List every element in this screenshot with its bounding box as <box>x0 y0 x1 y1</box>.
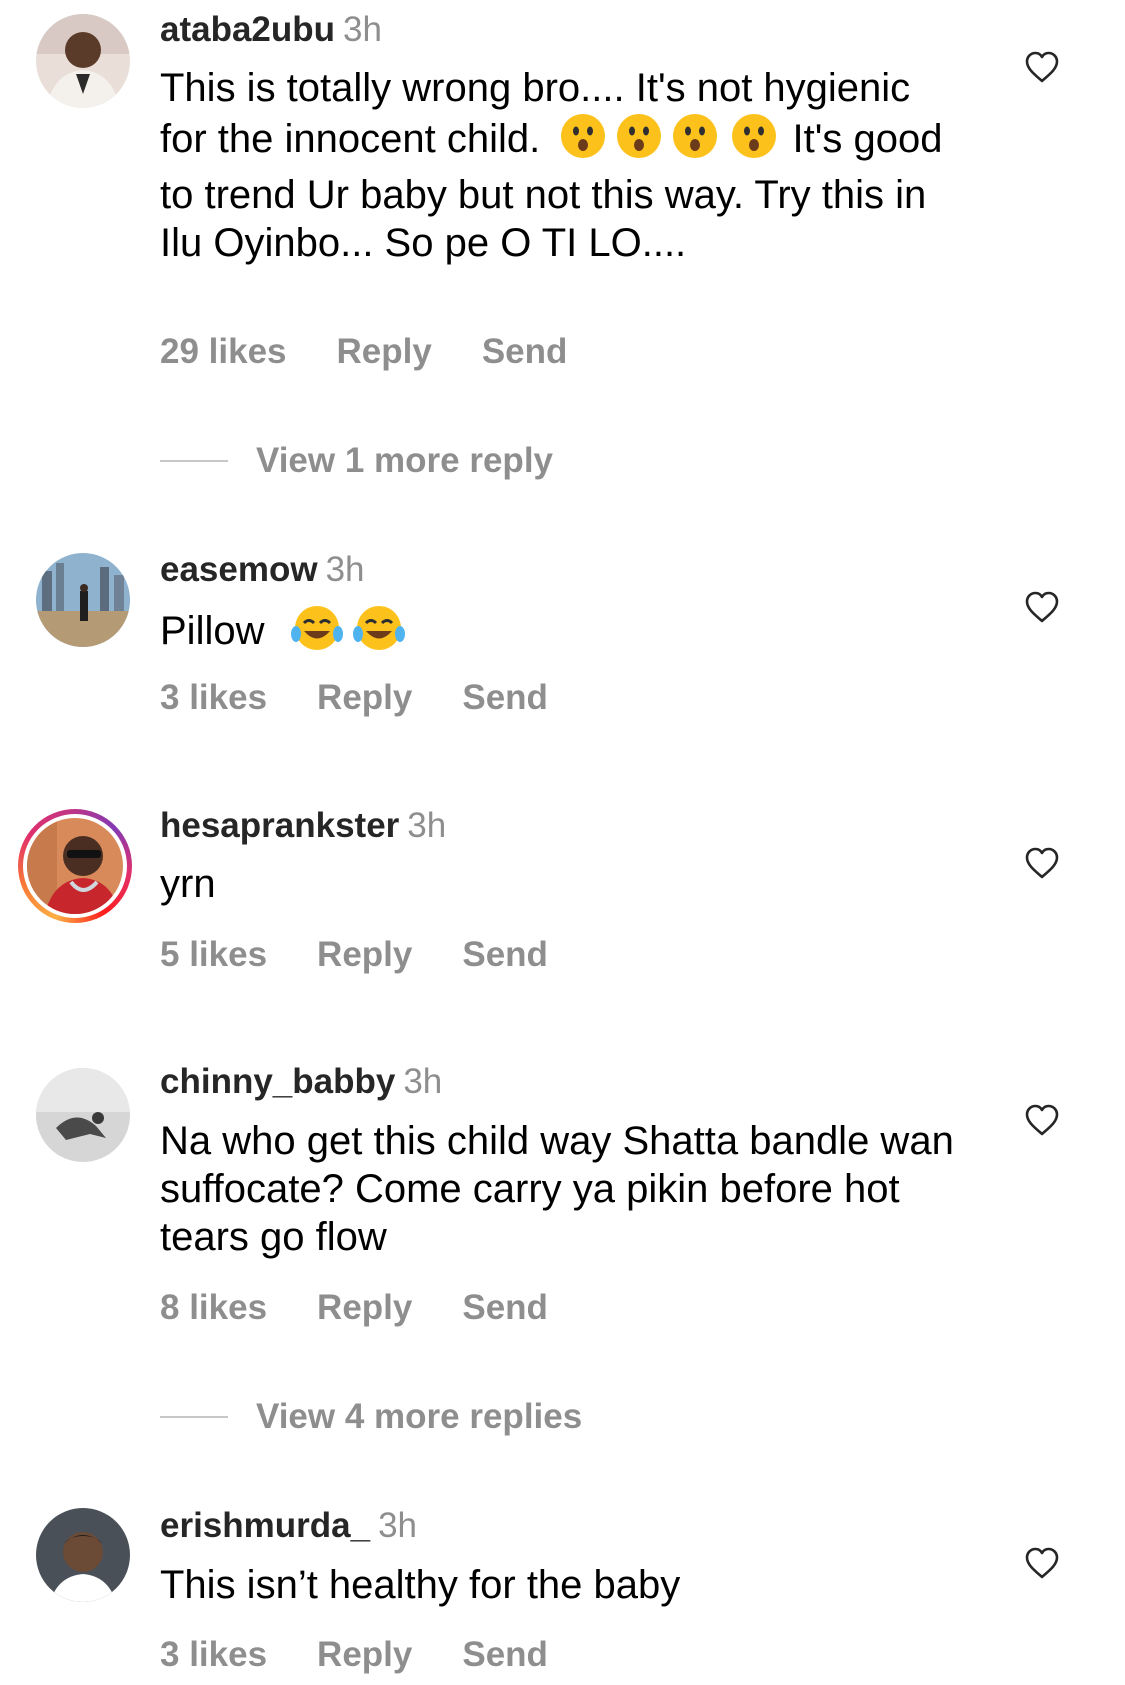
face-with-tears-of-joy-icon <box>352 604 406 663</box>
reply-button[interactable]: Reply <box>317 1288 412 1328</box>
timestamp: 3h <box>343 10 382 49</box>
comment-text: Pillow <box>160 604 960 663</box>
likes-count[interactable]: 3 likes <box>160 1635 267 1675</box>
likes-count[interactable]: 29 likes <box>160 332 287 372</box>
avatar[interactable] <box>36 553 130 647</box>
timestamp: 3h <box>325 550 365 589</box>
comment-text: This isn’t healthy for the baby <box>160 1563 681 1607</box>
divider-line <box>160 460 228 462</box>
timestamp: 3h <box>378 1506 418 1545</box>
timestamp: 3h <box>407 806 447 845</box>
astonished-face-icon <box>559 112 607 171</box>
username[interactable]: erishmurda_ <box>160 1506 370 1545</box>
story-ring[interactable] <box>18 809 132 923</box>
send-button[interactable]: Send <box>462 1288 548 1328</box>
avatar[interactable] <box>36 14 130 108</box>
username[interactable]: easemow <box>160 550 318 589</box>
reply-button[interactable]: Reply <box>317 678 412 718</box>
likes-count[interactable]: 3 likes <box>160 678 267 718</box>
heart-outline-icon[interactable] <box>1024 50 1060 84</box>
send-button[interactable]: Send <box>462 678 548 718</box>
avatar[interactable] <box>36 1508 130 1602</box>
timestamp: 3h <box>403 1062 443 1101</box>
view-replies-button[interactable]: View 1 more reply <box>160 441 553 481</box>
view-replies-button[interactable]: View 4 more replies <box>160 1397 582 1437</box>
send-button[interactable]: Send <box>482 332 568 372</box>
heart-outline-icon[interactable] <box>1024 1546 1060 1580</box>
likes-count[interactable]: 5 likes <box>160 935 267 975</box>
reply-button[interactable]: Reply <box>317 1635 412 1675</box>
comment-text: This is totally wrong bro.... It's not h… <box>160 66 943 265</box>
send-button[interactable]: Send <box>462 935 548 975</box>
heart-outline-icon[interactable] <box>1024 1103 1060 1137</box>
username[interactable]: hesaprankster <box>160 806 399 845</box>
avatar[interactable] <box>27 818 123 914</box>
astonished-face-icon <box>615 112 663 171</box>
reply-button[interactable]: Reply <box>337 332 432 372</box>
likes-count[interactable]: 8 likes <box>160 1288 267 1328</box>
username[interactable]: ataba2ubu <box>160 10 335 49</box>
astonished-face-icon <box>730 112 778 171</box>
heart-outline-icon[interactable] <box>1024 846 1060 880</box>
heart-outline-icon[interactable] <box>1024 590 1060 624</box>
astonished-face-icon <box>671 112 719 171</box>
send-button[interactable]: Send <box>462 1635 548 1675</box>
divider-line <box>160 1416 228 1418</box>
avatar[interactable] <box>36 1068 130 1162</box>
comment-text: Na who get this child way Shatta bandle … <box>160 1119 954 1259</box>
comment-text: yrn <box>160 862 216 906</box>
reply-button[interactable]: Reply <box>317 935 412 975</box>
face-with-tears-of-joy-icon <box>290 604 344 663</box>
username[interactable]: chinny_babby <box>160 1062 395 1101</box>
